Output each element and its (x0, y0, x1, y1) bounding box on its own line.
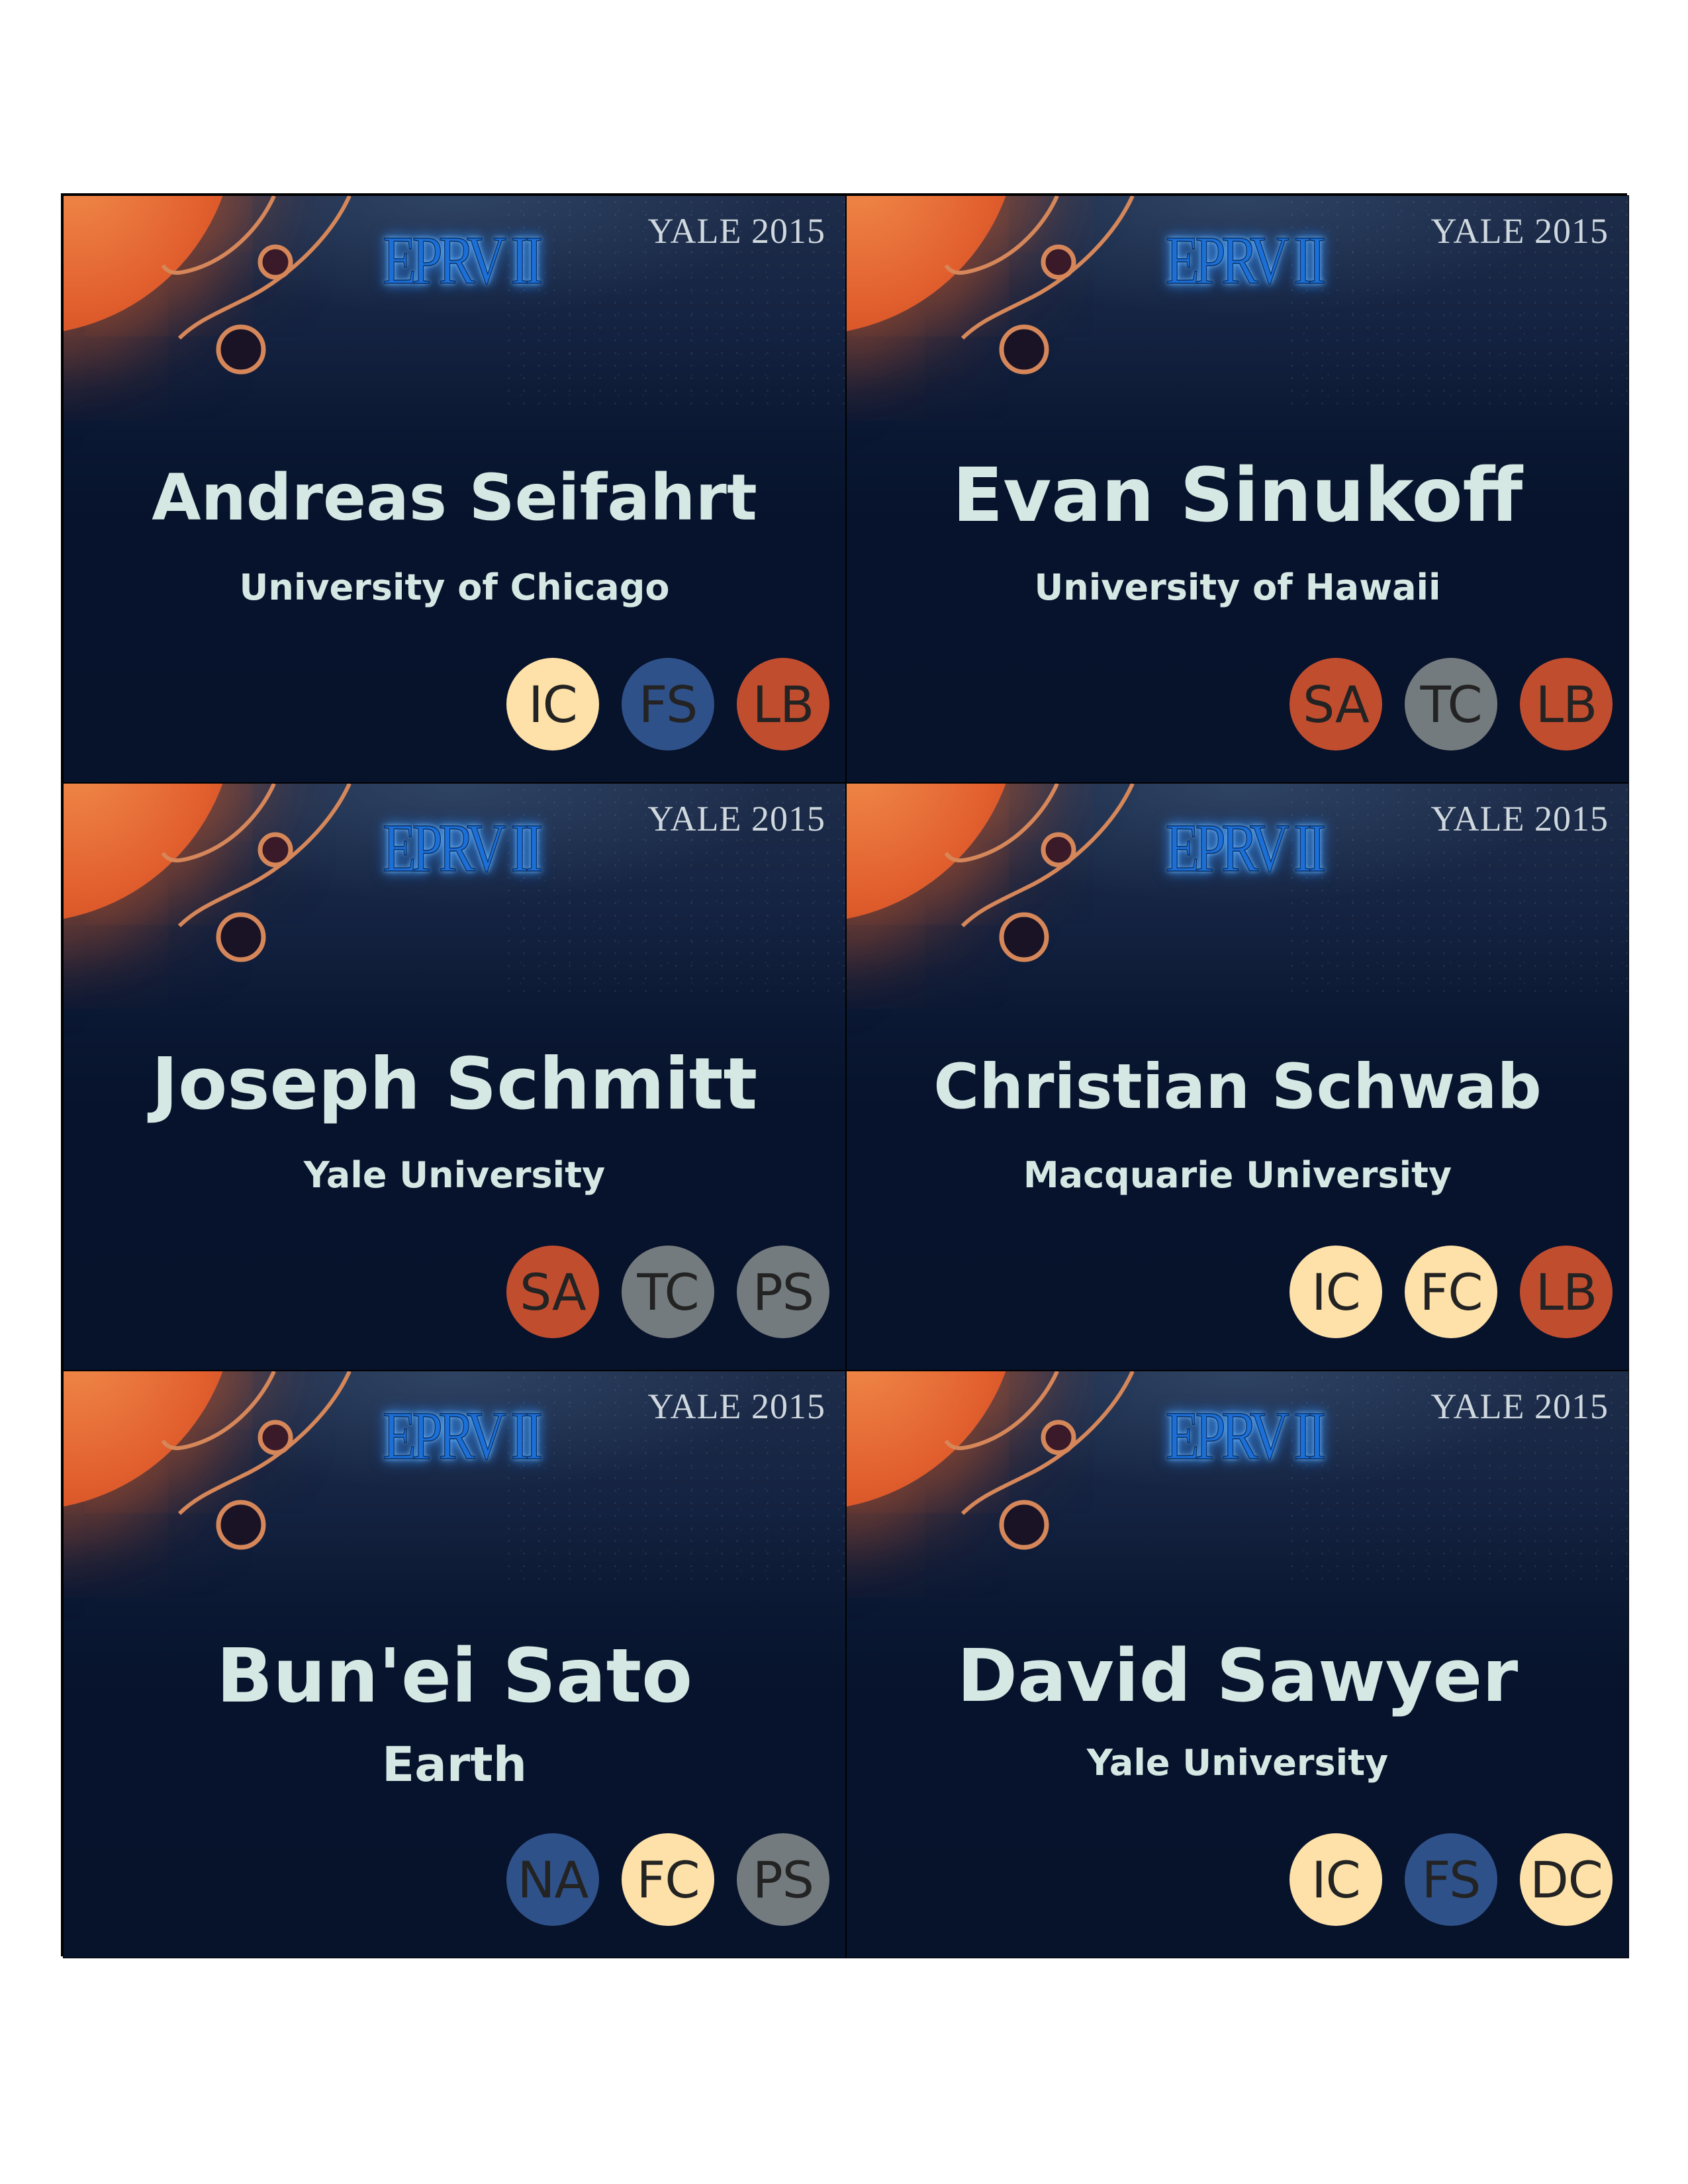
session-tags: IC FC LB (1289, 1246, 1613, 1338)
event-year: YALE 2015 (647, 211, 825, 251)
tag-chip: FS (622, 658, 714, 751)
badge-sheet: EPRV II YALE 2015 Andreas Seifahrt Unive… (61, 193, 1629, 1958)
attendee-name: Evan Sinukoff (952, 453, 1523, 539)
attendee-name: Andreas Seifahrt (152, 461, 757, 535)
tag-chip: PS (737, 1246, 829, 1338)
attendee-name: Joseph Schmitt (151, 1043, 758, 1126)
session-tags: SA TC LB (1289, 658, 1613, 751)
tag-chip: FS (1405, 1833, 1497, 1926)
orbit-graphic (161, 784, 352, 962)
orbit-graphic (944, 196, 1135, 375)
orbit-graphic (944, 1371, 1135, 1550)
tag-chip: TC (622, 1246, 714, 1338)
tag-chip: PS (737, 1833, 829, 1926)
attendee-name: Bun'ei Sato (216, 1633, 693, 1719)
session-tags: IC FS LB (506, 658, 829, 751)
event-logo: EPRV II (1165, 1397, 1327, 1475)
name-badge: EPRV II YALE 2015 Andreas Seifahrt Unive… (63, 195, 846, 783)
attendee-name: David Sawyer (957, 1633, 1519, 1718)
tag-chip: SA (1289, 658, 1382, 751)
orbit-graphic (161, 1371, 352, 1550)
event-year: YALE 2015 (647, 1387, 825, 1426)
event-logo: EPRV II (382, 1397, 543, 1475)
attendee-name: Christian Schwab (933, 1051, 1542, 1123)
name-badge: EPRV II YALE 2015 Joseph Schmitt Yale Un… (63, 783, 846, 1371)
event-year: YALE 2015 (1430, 799, 1609, 839)
tag-chip: LB (1520, 658, 1613, 751)
orbit-graphic (944, 784, 1135, 962)
name-badge: EPRV II YALE 2015 Evan Sinukoff Universi… (846, 195, 1629, 783)
tag-chip: NA (506, 1833, 599, 1926)
event-logo: EPRV II (382, 222, 543, 299)
tag-chip: DC (1520, 1833, 1613, 1926)
attendee-affiliation: Macquarie University (1023, 1154, 1452, 1196)
event-logo: EPRV II (1165, 809, 1327, 887)
name-badge: EPRV II YALE 2015 David Sawyer Yale Univ… (846, 1371, 1629, 1958)
tag-chip: FC (1405, 1246, 1497, 1338)
tag-chip: LB (1520, 1246, 1613, 1338)
tag-chip: TC (1405, 658, 1497, 751)
event-year: YALE 2015 (647, 799, 825, 839)
orbit-graphic (161, 196, 352, 375)
event-logo: EPRV II (1165, 222, 1327, 299)
tag-chip: IC (506, 658, 599, 751)
event-logo: EPRV II (382, 809, 543, 887)
tag-chip: IC (1289, 1833, 1382, 1926)
attendee-affiliation: University of Chicago (239, 567, 670, 608)
attendee-affiliation: Earth (382, 1737, 527, 1792)
name-badge: EPRV II YALE 2015 Bun'ei Sato Earth NA F… (63, 1371, 846, 1958)
session-tags: NA FC PS (506, 1833, 829, 1926)
tag-chip: LB (737, 658, 829, 751)
session-tags: IC FS DC (1289, 1833, 1613, 1926)
event-year: YALE 2015 (1430, 1387, 1609, 1426)
name-badge: EPRV II YALE 2015 Christian Schwab Macqu… (846, 783, 1629, 1371)
tag-chip: SA (506, 1246, 599, 1338)
attendee-affiliation: Yale University (303, 1154, 606, 1196)
tag-chip: FC (622, 1833, 714, 1926)
event-year: YALE 2015 (1430, 211, 1609, 251)
attendee-affiliation: Yale University (1086, 1742, 1389, 1784)
session-tags: SA TC PS (506, 1246, 829, 1338)
attendee-affiliation: University of Hawaii (1034, 567, 1441, 608)
tag-chip: IC (1289, 1246, 1382, 1338)
